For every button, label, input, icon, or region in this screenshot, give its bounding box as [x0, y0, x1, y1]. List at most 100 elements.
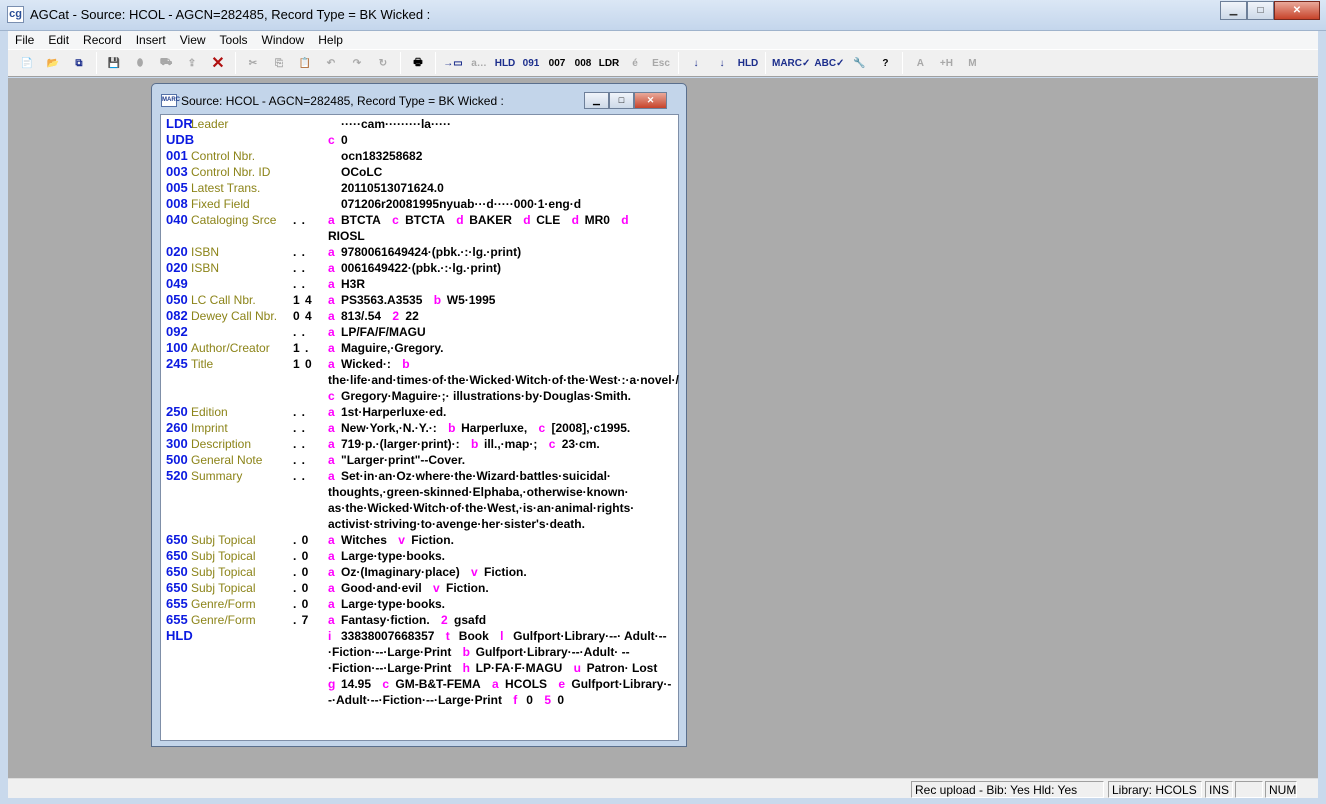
minimize-button[interactable]: ▁ [1220, 1, 1247, 20]
field-indicators[interactable]: . . [293, 212, 328, 244]
menu-tools[interactable]: Tools [213, 31, 255, 49]
field-indicators[interactable]: 1 0 [293, 356, 328, 404]
field-content[interactable]: a 1st·Harperluxe·ed. [328, 404, 674, 420]
field-content[interactable]: 071206r20081995nyuab···d·····000·1·eng·d [328, 196, 674, 212]
field-content[interactable]: ·····cam·········la····· [328, 116, 674, 132]
field-indicators[interactable]: . . [293, 404, 328, 420]
record-window-titlebar[interactable]: MARC Source: HCOL - AGCN=282485, Record … [152, 84, 686, 114]
marc-field-row[interactable]: 092 . . a LP/FA/F/MAGU [161, 324, 678, 340]
insert-091-button[interactable]: 091 [520, 52, 542, 74]
leader-button[interactable]: LDR [598, 52, 620, 74]
field-content[interactable]: a Good·and·evil v Fiction. [328, 580, 674, 596]
diacritic-button[interactable]: é [624, 52, 646, 74]
field-content[interactable]: a Oz·(Imaginary·place) v Fiction. [328, 564, 674, 580]
save-button[interactable]: 💾 [103, 52, 125, 74]
marc-field-row[interactable]: 650 Subj Topical . 0 a Oz·(Imaginary·place) … [161, 564, 678, 580]
marc-field-row[interactable]: 049 . . a H3R [161, 276, 678, 292]
field-indicators[interactable]: 0 4 [293, 308, 328, 324]
marc-field-row[interactable]: 500 General Note . . a "Larger·print"--Cover… [161, 452, 678, 468]
field-content[interactable]: a 9780061649424·(pbk.·:·lg.·print) [328, 244, 674, 260]
marc-field-row[interactable]: 003 Control Nbr. ID OCoLC [161, 164, 678, 180]
authority-h-button[interactable]: +H [935, 52, 957, 74]
field-content[interactable]: c0 [328, 132, 674, 148]
field-indicators[interactable]: . . [293, 324, 328, 340]
repeat-button[interactable]: ↻ [372, 52, 394, 74]
help-button[interactable]: ? [874, 52, 896, 74]
field-content[interactable]: a H3R [328, 276, 674, 292]
field-indicators[interactable]: . 0 [293, 548, 328, 564]
field-008-button[interactable]: 008 [572, 52, 594, 74]
field-content[interactable]: a 813/.54 2 22 [328, 308, 674, 324]
authority-m-button[interactable]: M [961, 52, 983, 74]
marc-field-row[interactable]: 650 Subj Topical . 0 a Good·and·evil v Fictio… [161, 580, 678, 596]
hld-list-button[interactable]: HLD [737, 52, 759, 74]
cart-add-button[interactable]: ⛟ [155, 52, 177, 74]
menu-help[interactable]: Help [311, 31, 350, 49]
field-indicators[interactable]: . 0 [293, 580, 328, 596]
undo-button[interactable]: ↶ [320, 52, 342, 74]
field-indicators[interactable]: . . [293, 260, 328, 276]
marc-field-row[interactable]: 005 Latest Trans. 20110513071624.0 [161, 180, 678, 196]
marc-field-row[interactable]: 245 Title 1 0 a Wicked·: b the·life·and·times… [161, 356, 679, 404]
field-indicators[interactable]: . . [293, 452, 328, 468]
field-indicators[interactable]: 1 . [293, 340, 328, 356]
field-007-button[interactable]: 007 [546, 52, 568, 74]
field-indicators[interactable] [293, 148, 328, 164]
marc-field-row[interactable]: LDR Leader ·····cam·········la····· [161, 116, 678, 132]
insert-hld-button[interactable]: HLD [494, 52, 516, 74]
field-content[interactable]: a PS3563.A3535 b W5·1995 [328, 292, 674, 308]
copy-button[interactable]: ⎘ [268, 52, 290, 74]
marc-field-row[interactable]: 250 Edition . . a 1st·Harperluxe·ed. [161, 404, 678, 420]
field-content[interactable]: a Witches v Fiction. [328, 532, 674, 548]
field-content[interactable]: a BTCTA c BTCTA d BAKER d CLE d MR0 d RIOSL [328, 212, 674, 244]
workflow-button[interactable]: ⧉ [68, 52, 90, 74]
spellcheck-button[interactable]: ABC✓ [814, 52, 844, 74]
upload-button[interactable]: ⇪ [181, 52, 203, 74]
menu-window[interactable]: Window [255, 31, 312, 49]
field-content[interactable]: a LP/FA/F/MAGU [328, 324, 674, 340]
cut-button[interactable]: ✂ [242, 52, 264, 74]
field-indicators[interactable]: . . [293, 420, 328, 436]
field-content[interactable]: a "Larger·print"--Cover. [328, 452, 674, 468]
field-indicators[interactable]: . . [293, 436, 328, 452]
marc-field-row[interactable]: HLD i 33838007668357 t Book l Gulfport·Libra… [161, 628, 678, 708]
paste-button[interactable]: 📋 [294, 52, 316, 74]
marc-field-row[interactable]: 520 Summary . . a Set·in·an·Oz·where·the·Wiz… [161, 468, 678, 532]
escape-button[interactable]: Esc [650, 52, 672, 74]
marc-field-row[interactable]: 260 Imprint . . a New·York,·N.·Y.·: b Harperl… [161, 420, 678, 436]
database-button[interactable]: ⬮ [129, 52, 151, 74]
field-content[interactable]: a New·York,·N.·Y.·: b Harperluxe, c [2008],… [328, 420, 674, 436]
field-content[interactable]: a Wicked·: b the·life·and·times·of·the·Wic… [328, 356, 679, 404]
validate-marc-button[interactable]: MARC✓ [772, 52, 810, 74]
field-indicators[interactable] [293, 628, 328, 708]
marc-field-row[interactable]: 082 Dewey Call Nbr. 0 4 a 813/.54 2 22 [161, 308, 678, 324]
record-close-button[interactable]: ✕ [634, 92, 667, 109]
menu-insert[interactable]: Insert [129, 31, 173, 49]
marc-field-row[interactable]: UDB c 0 [161, 132, 678, 148]
maximize-button[interactable]: □ [1247, 1, 1274, 20]
print-button[interactable]: 🖶 [407, 52, 429, 74]
field-content[interactable]: ocn183258682 [328, 148, 674, 164]
field-content[interactable]: a Large·type·books. [328, 596, 674, 612]
marc-field-row[interactable]: 001 Control Nbr. ocn183258682 [161, 148, 678, 164]
menu-edit[interactable]: Edit [41, 31, 76, 49]
marc-field-row[interactable]: 020 ISBN . . a 9780061649424·(pbk.·:·lg.·pri… [161, 244, 678, 260]
marc-field-row[interactable]: 040 Cataloging Srce . . a BTCTA c BTCTA d BAKE… [161, 212, 678, 244]
field-indicators[interactable]: . . [293, 244, 328, 260]
field-content[interactable]: a Fantasy·fiction. 2 gsafd [328, 612, 674, 628]
field-indicators[interactable] [293, 196, 328, 212]
field-content[interactable]: i 33838007668357 t Book l Gulfport·Library·… [328, 628, 674, 708]
field-indicators[interactable]: . 0 [293, 596, 328, 612]
insert-field-button[interactable]: →▭ [442, 52, 464, 74]
marc-field-row[interactable]: 100 Author/Creator 1 . a Maguire,·Gregory. [161, 340, 678, 356]
close-button[interactable]: ✕ [1274, 1, 1320, 20]
field-indicators[interactable]: . 0 [293, 532, 328, 548]
marc-field-row[interactable]: 050 LC Call Nbr. 1 4 a PS3563.A3535 b W5·1995 [161, 292, 678, 308]
field-indicators[interactable] [293, 116, 328, 132]
field-content[interactable]: 20110513071624.0 [328, 180, 674, 196]
sort-hld-button[interactable]: ↓ [711, 52, 733, 74]
field-indicators[interactable]: . 0 [293, 564, 328, 580]
delete-button[interactable]: ✕ [207, 52, 229, 74]
marc-field-row[interactable]: 655 Genre/Form . 0 a Large·type·books. [161, 596, 678, 612]
marc-field-row[interactable]: 008 Fixed Field 071206r20081995nyuab···d··… [161, 196, 678, 212]
